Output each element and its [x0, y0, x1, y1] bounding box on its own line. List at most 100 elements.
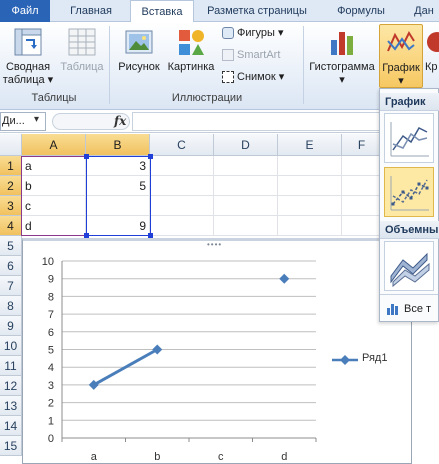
tab-formulas[interactable]: Формулы	[322, 0, 400, 22]
row-header-13[interactable]: 13	[0, 396, 22, 416]
clipart-button[interactable]: Картинка	[164, 24, 218, 88]
tab-page-layout[interactable]: Разметка страницы	[196, 0, 318, 22]
data-point-marker	[279, 273, 290, 284]
ribbon-tabs: Файл Главная Вставка Разметка страницы Ф…	[0, 0, 439, 23]
select-all-corner[interactable]	[0, 134, 22, 156]
group-separator	[109, 26, 110, 104]
column-chart-icon	[331, 32, 353, 55]
row-header-15[interactable]: 15	[0, 436, 22, 456]
chevron-down-icon[interactable]: ▾	[34, 114, 39, 125]
range-handle[interactable]	[84, 154, 89, 159]
insert-function-button[interactable]: fx	[114, 114, 126, 128]
line-3d-option[interactable]	[384, 241, 434, 291]
screenshot-button[interactable]: Снимок ▾	[222, 68, 284, 86]
column-header-c[interactable]: C	[150, 134, 214, 156]
pie-chart-icon	[427, 32, 439, 52]
smartart-icon	[222, 49, 234, 62]
table-label: Таблица	[60, 61, 104, 73]
tab-file[interactable]: Файл	[0, 0, 50, 22]
y-tick-label: 7	[48, 309, 54, 321]
y-tick-label: 0	[48, 433, 54, 445]
y-tick-label: 4	[48, 362, 54, 374]
shapes-button[interactable]: Фигуры ▾	[222, 24, 284, 42]
legend-line-marker-icon	[332, 355, 358, 365]
column-header-a[interactable]: A	[22, 134, 86, 156]
range-handle[interactable]	[148, 154, 153, 159]
row-header-11[interactable]: 11	[0, 356, 22, 376]
all-chart-types-button[interactable]: Все т	[386, 300, 431, 318]
pivot-table-icon	[14, 28, 42, 56]
group-tables-label: Таблицы	[31, 92, 77, 104]
row-header-14[interactable]: 14	[0, 416, 22, 436]
cell-a3[interactable]: c	[22, 196, 86, 216]
pie-chart-button[interactable]: Кр	[425, 24, 439, 88]
all-chart-types-icon	[387, 304, 398, 316]
row-header-2[interactable]: 2	[0, 176, 22, 196]
y-tick-label: 1	[48, 415, 54, 427]
histogram-label: Гистограмма	[309, 61, 375, 73]
column-header-e[interactable]: E	[278, 134, 342, 156]
line-chart-option[interactable]	[384, 113, 434, 163]
picture-icon	[125, 30, 153, 54]
pivot-label-line2: таблица ▾	[2, 74, 54, 86]
ribbon-panel: Сводная таблица ▾ Таблица Таблицы Рисуно…	[0, 22, 439, 110]
pivot-table-button[interactable]: Сводная таблица ▾	[0, 24, 56, 88]
group-separator	[303, 26, 304, 104]
y-tick-label: 6	[48, 327, 54, 339]
cell-a4[interactable]: d	[22, 216, 86, 236]
row-header-3[interactable]: 3	[0, 196, 22, 216]
line-chart-gallery: График Объемны Все т	[379, 88, 439, 322]
line-chart-label: График	[382, 62, 420, 74]
row-header-6[interactable]: 6	[0, 256, 22, 276]
name-box[interactable]: Ди...	[0, 112, 46, 131]
group-illustrations-label: Иллюстрации	[171, 92, 243, 104]
row-header-9[interactable]: 9	[0, 316, 22, 336]
cell-a1[interactable]: a	[22, 156, 86, 176]
line-with-markers-option[interactable]	[384, 167, 434, 217]
cell-b2[interactable]: 5	[86, 176, 150, 196]
table-button[interactable]: Таблица	[58, 24, 106, 88]
table-icon	[68, 28, 96, 56]
x-tick-label: a	[91, 451, 98, 463]
pivot-label-line1: Сводная	[5, 61, 51, 73]
column-header-b[interactable]: B	[86, 134, 150, 156]
chevron-down-icon: ▾	[398, 75, 404, 87]
picture-button[interactable]: Рисунок	[114, 24, 164, 88]
gallery-header-3d-line: Объемны	[380, 221, 439, 239]
formula-bar: Ди... ▾ fx	[0, 110, 439, 133]
cell-b1[interactable]: 3	[86, 156, 150, 176]
row-header-10[interactable]: 10	[0, 336, 22, 356]
all-chart-types-label: Все т	[404, 303, 432, 315]
line-3d-thumbnail-icon	[390, 252, 430, 288]
smartart-button[interactable]: SmartArt	[222, 46, 280, 64]
shapes-icon	[222, 27, 234, 40]
gallery-separator	[380, 294, 438, 295]
column-header-d[interactable]: D	[214, 134, 278, 156]
picture-label: Рисунок	[118, 61, 160, 73]
line-chart-button[interactable]: График ▾	[379, 24, 423, 88]
row-header-4[interactable]: 4	[0, 216, 22, 236]
tab-home[interactable]: Главная	[52, 0, 130, 22]
tab-insert[interactable]: Вставка	[130, 0, 194, 23]
legend-series-label: Ряд1	[362, 352, 388, 364]
line-chart-thumbnail-icon	[390, 122, 429, 157]
y-tick-label: 9	[48, 274, 54, 286]
y-tick-label: 2	[48, 398, 54, 410]
cell-a2[interactable]: b	[22, 176, 86, 196]
cell-b3[interactable]	[86, 196, 150, 216]
clipart-label: Картинка	[167, 61, 215, 73]
row-header-7[interactable]: 7	[0, 276, 22, 296]
row-header-1[interactable]: 1	[0, 156, 22, 176]
x-tick-label: b	[154, 451, 160, 463]
row-header-5[interactable]: 5	[0, 236, 22, 256]
row-header-8[interactable]: 8	[0, 296, 22, 316]
y-tick-label: 5	[48, 345, 54, 357]
row-header-12[interactable]: 12	[0, 376, 22, 396]
cell-b4[interactable]: 9	[86, 216, 150, 236]
chart-legend[interactable]: Ряд1	[332, 351, 402, 369]
histogram-button[interactable]: Гистограмма ▾	[306, 24, 378, 88]
clipart-icon	[179, 30, 204, 55]
column-header-f[interactable]: F	[342, 134, 382, 156]
tab-data[interactable]: Дан	[404, 0, 439, 22]
x-tick-label: d	[281, 451, 287, 463]
